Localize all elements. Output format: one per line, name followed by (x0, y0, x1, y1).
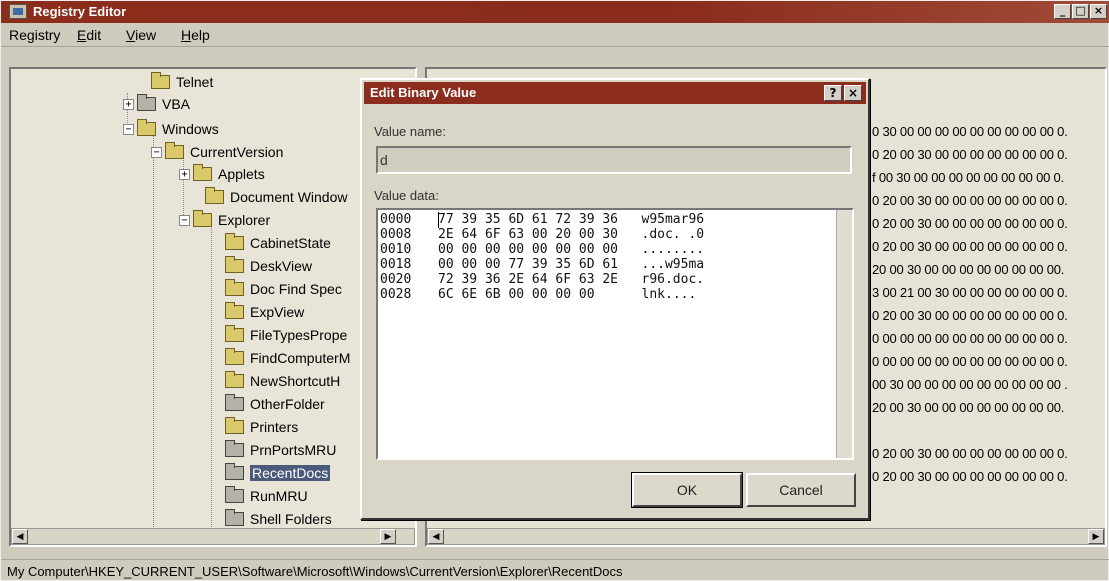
tree-item[interactable]: VBA (137, 94, 190, 114)
menu-bar: Registry Edit View Help (1, 23, 1109, 47)
value-data-row[interactable]: 20 00 30 00 00 00 00 00 00 00 00. (872, 400, 1064, 415)
tree-item[interactable]: OtherFolder (225, 394, 325, 414)
folder-icon (225, 463, 244, 480)
tree-item[interactable]: FindComputerM (225, 348, 350, 368)
dialog-title: Edit Binary Value (370, 85, 477, 100)
ok-button[interactable]: OK (632, 473, 742, 507)
collapse-icon[interactable]: − (151, 147, 162, 158)
value-data-scrollbar[interactable] (836, 210, 852, 458)
menu-edit[interactable]: Edit (77, 27, 101, 43)
cancel-button[interactable]: Cancel (746, 473, 856, 507)
folder-icon (225, 256, 244, 273)
value-data-row[interactable]: 0 20 00 30 00 00 00 00 00 00 00 0. (872, 308, 1068, 323)
collapse-icon[interactable]: − (123, 124, 134, 135)
tree-item-selected[interactable]: RecentDocs (225, 463, 331, 483)
folder-icon (225, 348, 244, 365)
value-data-editor[interactable]: 0000 77 39 35 6D 61 72 39 36 w95mar96 000… (376, 208, 854, 460)
folder-icon (205, 187, 224, 204)
value-data-row[interactable]: 00 30 00 00 00 00 00 00 00 00 00 . (872, 377, 1068, 392)
hex-row[interactable]: 0020 72 39 36 2E 64 6F 63 2E r96.doc. (380, 272, 704, 287)
tree-item[interactable]: CurrentVersion (165, 142, 283, 162)
close-button[interactable]: × (1090, 4, 1107, 19)
menu-view[interactable]: View (126, 27, 156, 43)
tree-item[interactable]: Shell Folders (225, 509, 332, 529)
scroll-left-arrow-icon[interactable]: ◀ (12, 529, 28, 544)
tree-item[interactable]: Applets (193, 164, 265, 184)
scroll-left-arrow-icon[interactable]: ◀ (428, 529, 444, 544)
tree-item[interactable]: Document Window (205, 187, 348, 207)
tree-item[interactable]: Windows (137, 119, 219, 139)
value-data-row[interactable]: 0 20 00 30 00 00 00 00 00 00 00 0. (872, 216, 1068, 231)
tree-item[interactable]: Telnet (151, 72, 213, 92)
help-button[interactable]: ? (824, 85, 842, 101)
registry-app-icon (9, 4, 27, 19)
value-data-row[interactable]: f 00 30 00 00 00 00 00 00 00 00 0. (872, 170, 1064, 185)
registry-tree[interactable]: Telnet + VBA − Windows − CurrentVersion … (9, 67, 417, 547)
folder-icon (193, 210, 212, 227)
tree-item[interactable]: Doc Find Spec (225, 279, 342, 299)
scroll-right-arrow-icon[interactable]: ▶ (1088, 529, 1104, 544)
tree-item[interactable]: Printers (225, 417, 298, 437)
folder-icon (225, 302, 244, 319)
menu-help[interactable]: Help (181, 27, 210, 43)
dialog-close-button[interactable]: × (844, 85, 862, 101)
edit-binary-value-dialog: Edit Binary Value ? × Value name: d Valu… (360, 78, 870, 520)
value-data-row[interactable]: 0 00 00 00 00 00 00 00 00 00 00 0. (872, 354, 1068, 369)
minimize-button[interactable]: _ (1054, 4, 1071, 19)
collapse-icon[interactable]: − (179, 215, 190, 226)
status-path: My Computer\HKEY_CURRENT_USER\Software\M… (7, 564, 623, 579)
folder-icon (225, 440, 244, 457)
title-bar[interactable]: Registry Editor _ □ × (1, 1, 1109, 23)
expand-icon[interactable]: + (179, 169, 190, 180)
expand-icon[interactable]: + (123, 99, 134, 110)
hex-row[interactable]: 0018 00 00 00 77 39 35 6D 61 ...w95ma (380, 257, 704, 272)
folder-icon (225, 486, 244, 503)
tree-item[interactable]: NewShortcutH (225, 371, 340, 391)
tree-item[interactable]: DeskView (225, 256, 312, 276)
folder-icon (225, 233, 244, 250)
scroll-right-arrow-icon[interactable]: ▶ (380, 529, 396, 544)
value-data-row[interactable]: 0 20 00 30 00 00 00 00 00 00 00 0. (872, 193, 1068, 208)
value-data-label: Value data: (374, 188, 439, 203)
value-data-row[interactable]: 0 30 00 00 00 00 00 00 00 00 00 0. (872, 124, 1068, 139)
folder-icon (225, 325, 244, 342)
hex-row[interactable]: 0000 77 39 35 6D 61 72 39 36 w95mar96 (380, 212, 704, 227)
tree-item[interactable]: PrnPortsMRU (225, 440, 336, 460)
hex-row[interactable]: 0008 2E 64 6F 63 00 20 00 30 .doc. .0 (380, 227, 704, 242)
tree-item[interactable]: Explorer (193, 210, 270, 230)
status-bar: My Computer\HKEY_CURRENT_USER\Software\M… (1, 559, 1109, 581)
values-horizontal-scrollbar[interactable]: ◀ ▶ (427, 528, 1105, 545)
folder-icon (225, 394, 244, 411)
value-name-field[interactable]: d (376, 146, 852, 174)
tree-item[interactable]: CabinetState (225, 233, 331, 253)
menu-registry[interactable]: Registry (9, 27, 60, 43)
value-data-row[interactable]: 0 20 00 30 00 00 00 00 00 00 00 0. (872, 469, 1068, 484)
folder-icon (225, 509, 244, 526)
value-data-row[interactable]: 0 20 00 30 00 00 00 00 00 00 00 0. (872, 446, 1068, 461)
value-name-label: Value name: (374, 124, 447, 139)
value-data-row[interactable]: 0 20 00 30 00 00 00 00 00 00 00 0. (872, 239, 1068, 254)
folder-icon (193, 164, 212, 181)
folder-icon (137, 94, 156, 111)
folder-icon (137, 119, 156, 136)
value-data-row[interactable]: 3 00 21 00 30 00 00 00 00 00 00 0. (872, 285, 1068, 300)
folder-icon (165, 142, 184, 159)
value-data-row[interactable]: 20 00 30 00 00 00 00 00 00 00 00. (872, 262, 1064, 277)
dialog-title-bar[interactable]: Edit Binary Value ? × (364, 82, 866, 104)
tree-item[interactable]: RunMRU (225, 486, 308, 506)
tree-item[interactable]: FileTypesPrope (225, 325, 347, 345)
hex-row[interactable]: 0028 6C 6E 6B 00 00 00 00 lnk.... (380, 287, 696, 302)
maximize-button[interactable]: □ (1072, 4, 1089, 19)
folder-icon (225, 417, 244, 434)
tree-item[interactable]: ExpView (225, 302, 304, 322)
hex-row[interactable]: 0010 00 00 00 00 00 00 00 00 ........ (380, 242, 704, 257)
value-data-row[interactable]: 0 00 00 00 00 00 00 00 00 00 00 0. (872, 331, 1068, 346)
folder-icon (225, 279, 244, 296)
folder-icon (225, 371, 244, 388)
tree-horizontal-scrollbar[interactable]: ◀ ▶ (11, 528, 415, 545)
value-data-row[interactable]: 0 20 00 30 00 00 00 00 00 00 00 0. (872, 147, 1068, 162)
window-title: Registry Editor (33, 4, 127, 19)
folder-icon (151, 72, 170, 89)
